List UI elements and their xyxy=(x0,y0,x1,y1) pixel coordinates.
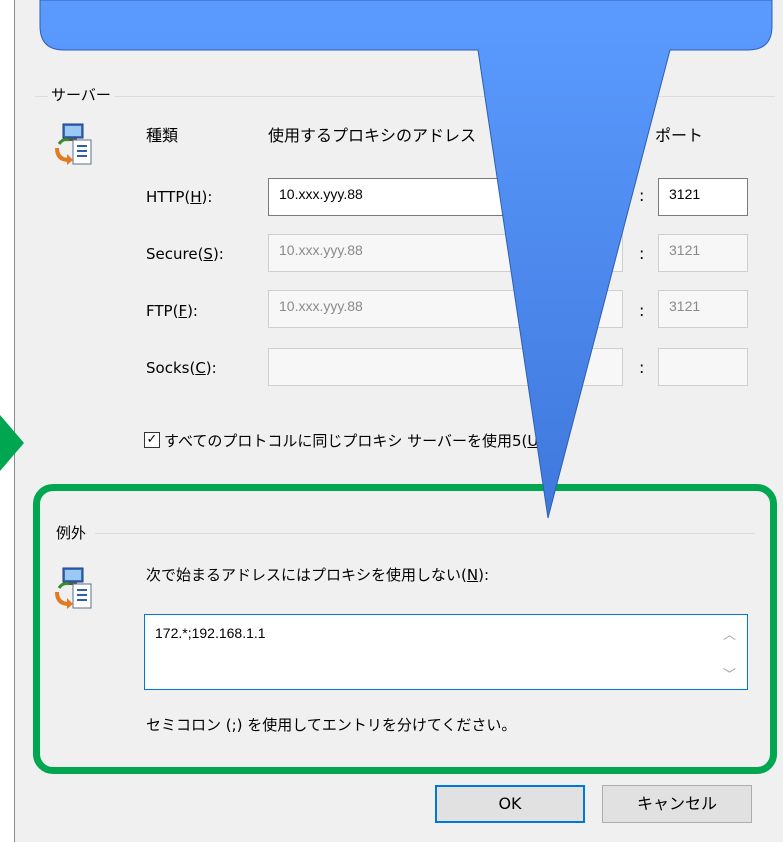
exceptions-highlight-frame xyxy=(33,484,777,774)
ok-button[interactable]: OK xyxy=(435,785,585,823)
callout-bubble xyxy=(39,0,773,519)
cancel-button[interactable]: キャンセル xyxy=(602,785,752,823)
